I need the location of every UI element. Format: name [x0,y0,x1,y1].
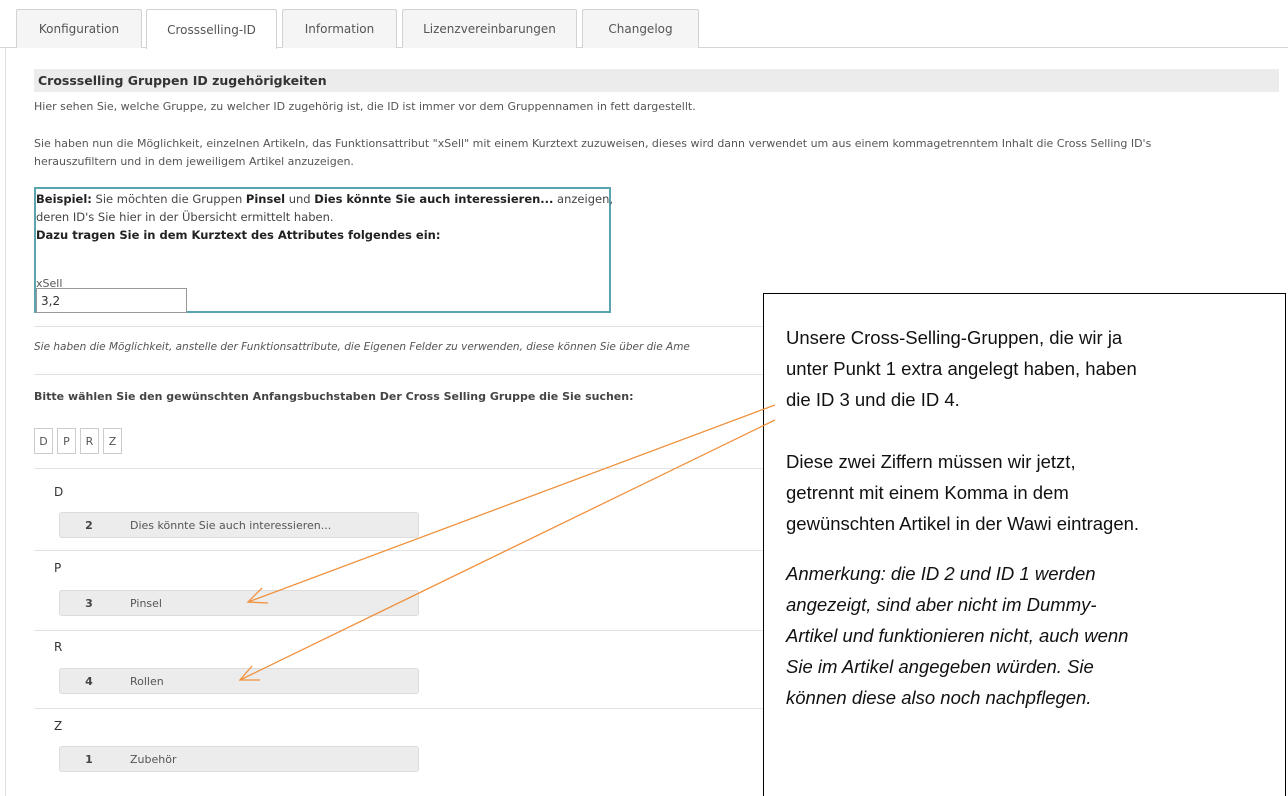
example-label: Beispiel: [36,192,92,206]
xsell-input[interactable] [36,288,187,313]
group-row[interactable]: 3 Pinsel [59,590,419,616]
group-name: Dies könnte Sie auch interessieren... [130,518,332,532]
callout-spacer [786,415,1285,446]
callout-note: Sie im Artikel angegeben würden. Sie [786,656,1094,677]
example-line-1: Beispiel: Sie möchten die Gruppen Pinsel… [36,190,613,208]
letter-filter: D P R Z [34,428,122,454]
annotation-callout: Unsere Cross-Selling-Gruppen, die wir ja… [763,293,1286,796]
intro-text: Hier sehen Sie, welche Gruppe, zu welche… [34,100,696,113]
group-row[interactable]: 1 Zubehör [59,746,419,772]
description-line-1: Sie haben nun die Möglichkeit, einzelnen… [34,137,1152,150]
custom-fields-note: Sie haben die Möglichkeit, anstelle der … [34,341,690,353]
divider [34,468,774,469]
section-title: Crossselling Gruppen ID zugehörigkeiten [34,69,1279,92]
group-row[interactable]: 2 Dies könnte Sie auch interessieren... [59,512,419,538]
callout-text: unter Punkt 1 extra angelegt haben, habe… [786,358,1137,379]
tab-crossselling-id[interactable]: Crossselling-ID [146,9,277,49]
letter-button-d[interactable]: D [34,428,53,454]
example-text: Sie möchten die Gruppen [91,192,246,206]
group-name: Rollen [130,674,164,688]
letter-button-p[interactable]: P [57,428,76,454]
callout-text: getrennt mit einem Komma in dem [786,482,1069,503]
group-id: 1 [85,752,93,766]
tab-label: Lizenzvereinbarungen [423,22,556,36]
group-row[interactable]: 4 Rollen [59,668,419,694]
example-text: und [285,192,315,206]
group-letter-r: R [54,640,63,654]
callout-note: können diese also noch nachpflegen. [786,687,1092,708]
description-line-2: herauszufiltern und in dem jeweiligem Ar… [34,155,354,168]
example-text: anzeigen, [553,192,614,206]
callout-spacer [786,539,1285,558]
group-id: 3 [85,596,93,610]
example-group-pinsel: Pinsel [245,192,286,206]
tab-changelog[interactable]: Changelog [582,9,699,48]
tab-label: Changelog [608,22,673,36]
callout-text: die ID 3 und die ID 4. [786,389,960,410]
group-id: 2 [85,518,93,532]
group-letter-p: P [54,561,62,575]
letter-button-r[interactable]: R [80,428,99,454]
tab-label: Konfiguration [38,22,120,36]
tab-label: Crossselling-ID [167,22,256,37]
tab-lizenzvereinbarungen[interactable]: Lizenzvereinbarungen [402,9,577,48]
content-left-border [5,48,6,796]
divider [34,708,774,709]
group-letter-z: Z [54,719,63,733]
tab-information[interactable]: Information [282,9,397,48]
callout-note: Anmerkung: die ID 2 und ID 1 werden [786,563,1096,584]
letter-select-label: Bitte wählen Sie den gewünschten Anfangs… [34,390,634,403]
example-line-2: deren ID's Sie hier in der Übersicht erm… [36,210,334,224]
letter-button-z[interactable]: Z [103,428,122,454]
callout-text: Unsere Cross-Selling-Gruppen, die wir ja [786,327,1123,348]
group-name: Zubehör [130,752,177,766]
tab-label: Information [304,22,375,36]
example-box: Beispiel: Sie möchten die Gruppen Pinsel… [34,187,613,313]
arrow-to-pinsel [246,404,776,604]
tab-konfiguration[interactable]: Konfiguration [16,9,142,48]
divider [34,630,774,631]
tab-bar: Konfiguration Crossselling-ID Informatio… [0,0,1288,49]
group-letter-d: D [54,485,64,499]
group-id: 4 [85,674,93,688]
callout-note: Artikel und funktionieren nicht, auch we… [786,625,1129,646]
group-name: Pinsel [130,596,162,610]
example-group-interest: Dies könnte Sie auch interessieren... [314,192,554,206]
callout-text: Diese zwei Ziffern müssen wir jetzt, [786,451,1076,472]
example-line-3: Dazu tragen Sie in dem Kurztext des Attr… [36,226,609,244]
callout-note: angezeigt, sind aber nicht im Dummy- [786,594,1097,615]
divider [34,550,774,551]
example-instruction: Dazu tragen Sie in dem Kurztext des Attr… [36,228,441,242]
callout-text: gewünschten Artikel in der Wawi eintrage… [786,513,1140,534]
